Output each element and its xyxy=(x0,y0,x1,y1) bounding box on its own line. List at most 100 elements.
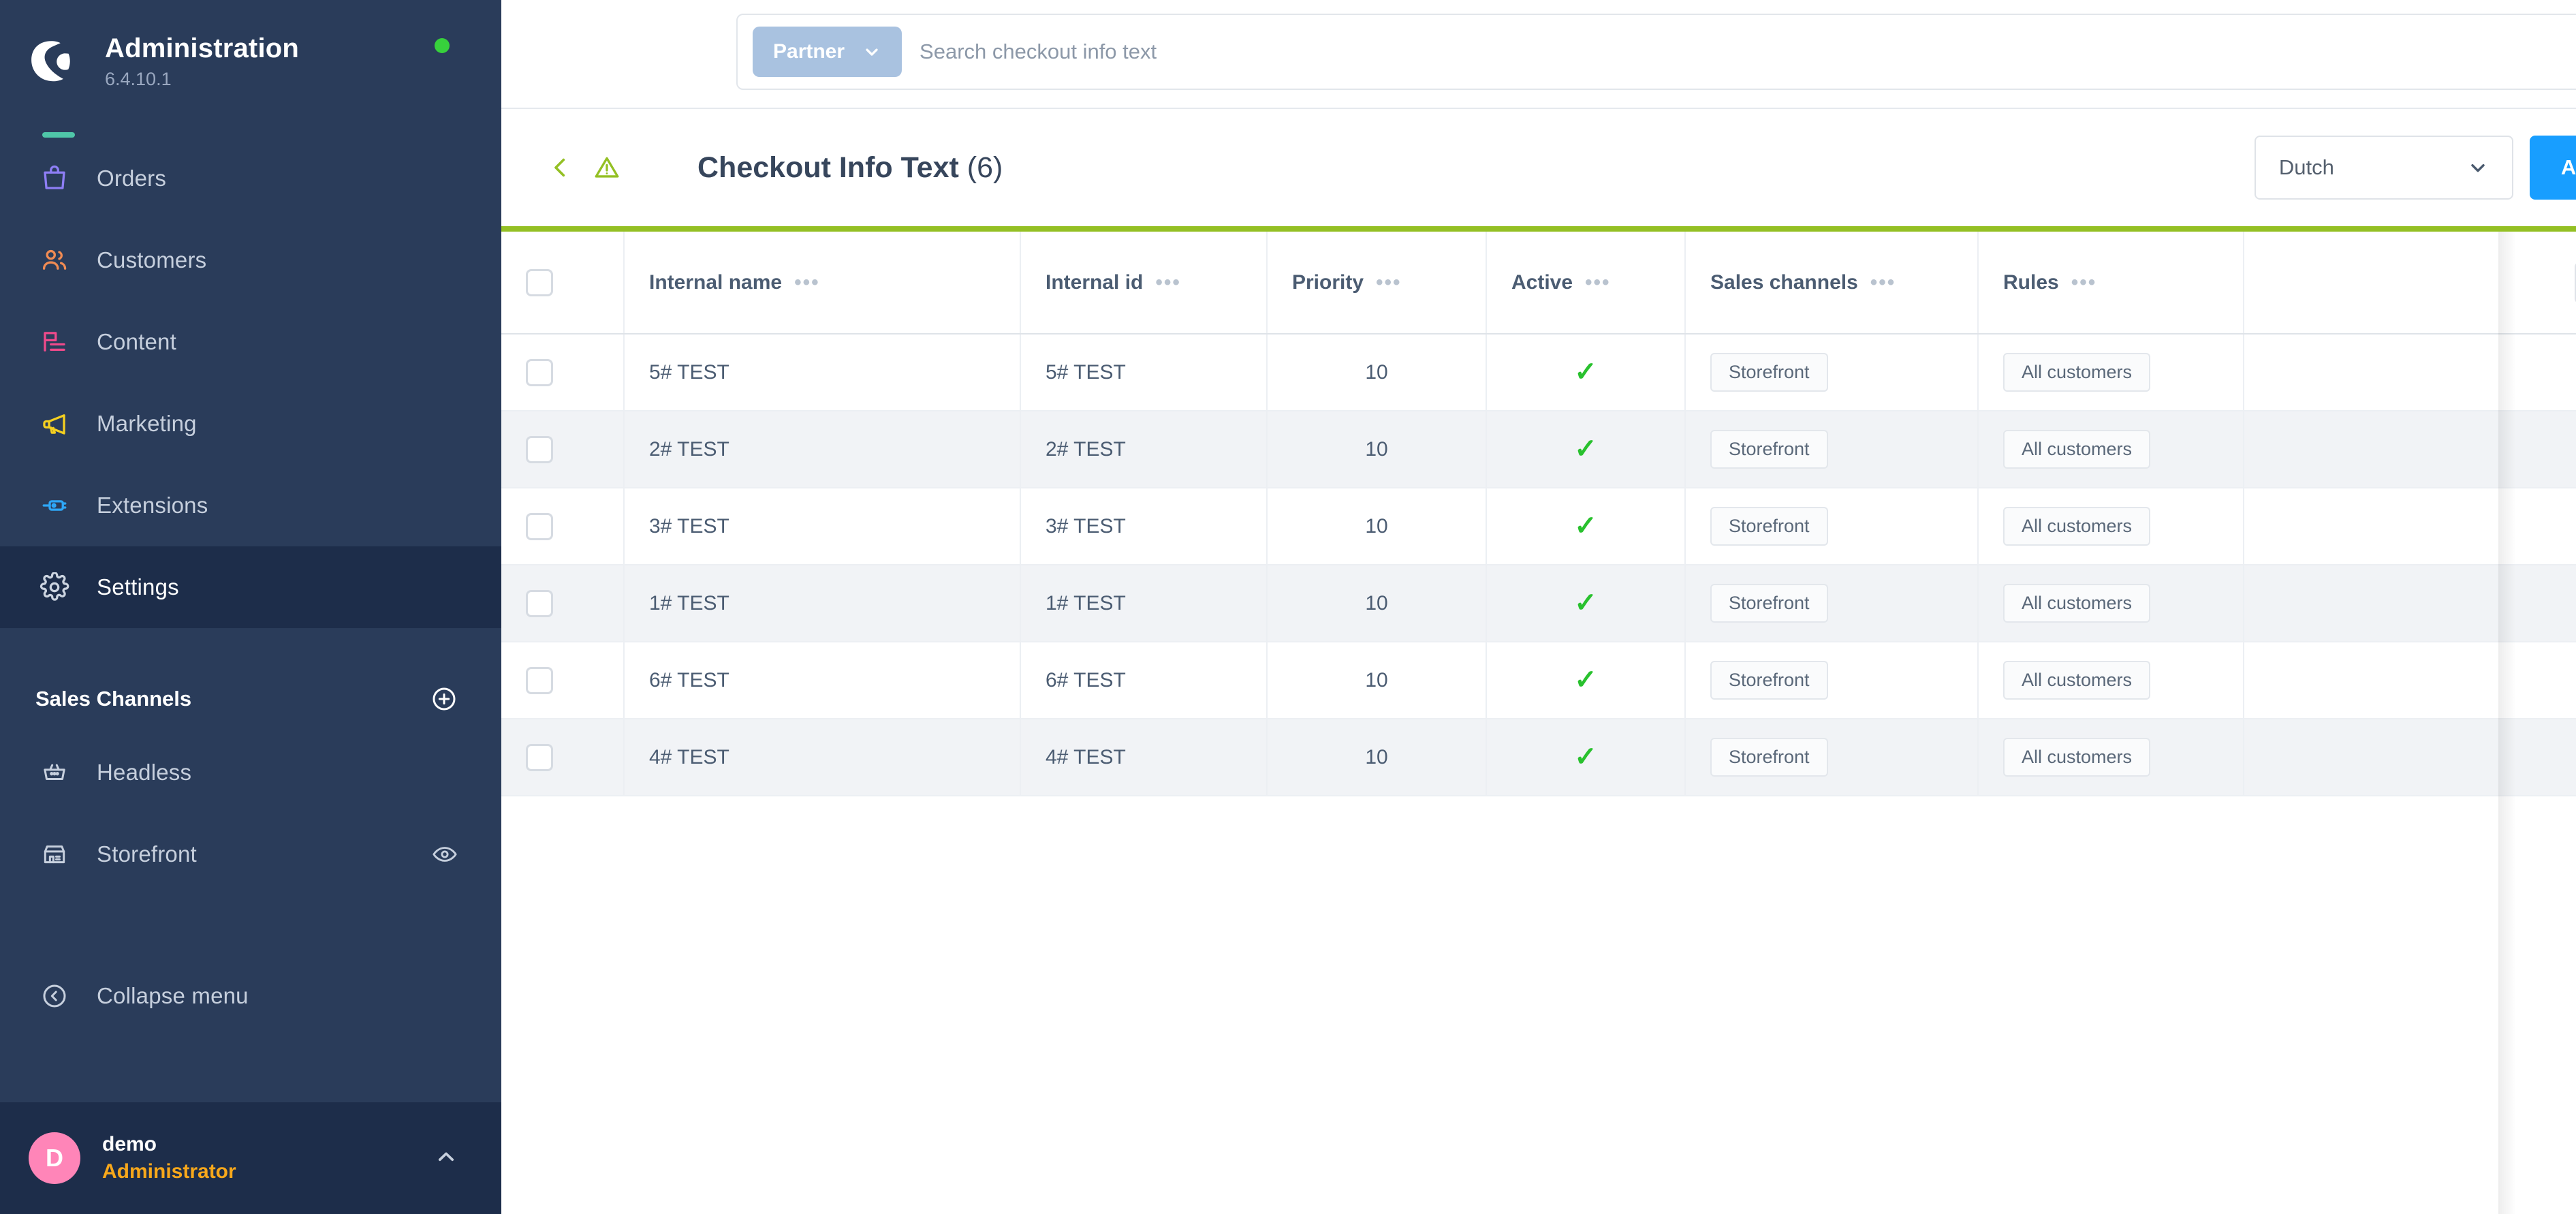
column-menu-icon[interactable]: ••• xyxy=(1585,272,1611,293)
sales-channel-badge[interactable]: Storefront xyxy=(1710,507,1828,546)
sidebar-item-marketing[interactable]: Marketing xyxy=(0,383,501,465)
sales-channels-title: Sales Channels xyxy=(35,687,192,711)
column-header-internal-id[interactable]: Internal id ••• xyxy=(1020,232,1268,334)
table-row[interactable]: 1# TEST 1# TEST 10 ✓ Storefront All customers… xyxy=(501,565,2576,642)
chevron-down-icon xyxy=(2467,157,2489,178)
rule-badge[interactable]: All customers xyxy=(2003,661,2151,700)
cell-rules: All customers xyxy=(1978,411,2244,488)
cell-sales-channels: Storefront xyxy=(1685,411,1979,488)
sidebar-item-orders[interactable]: Orders xyxy=(0,138,501,219)
table-row[interactable]: 6# TEST 6# TEST 10 ✓ Storefront All customers… xyxy=(501,642,2576,719)
user-menu[interactable]: D demo Administrator xyxy=(0,1102,501,1214)
language-select[interactable]: Dutch xyxy=(2254,136,2513,200)
page-header-actions: Dutch Add checkout info text xyxy=(2254,136,2576,200)
sidebar-item-label: Settings xyxy=(97,574,179,600)
add-checkout-info-text-button[interactable]: Add checkout info text xyxy=(2529,136,2576,200)
table-row[interactable]: 4# TEST 4# TEST 10 ✓ Storefront All customers… xyxy=(501,719,2576,796)
cell-internal-name: 3# TEST xyxy=(624,488,1021,565)
column-header-internal-name[interactable]: Internal name ••• xyxy=(624,232,1021,334)
cell-spacer xyxy=(2244,334,2516,411)
column-menu-icon[interactable]: ••• xyxy=(1155,272,1181,293)
rule-badge[interactable]: All customers xyxy=(2003,738,2151,777)
sidebar-channel-headless[interactable]: Headless xyxy=(0,732,501,813)
active-check-icon: ✓ xyxy=(1574,357,1597,387)
cell-priority: 10 xyxy=(1267,488,1487,565)
column-header-active[interactable]: Active ••• xyxy=(1486,232,1686,334)
row-checkbox[interactable] xyxy=(526,435,553,463)
sidebar-item-settings[interactable]: Settings xyxy=(0,546,501,628)
search-scope-selector[interactable]: Partner xyxy=(753,27,902,77)
column-menu-icon[interactable]: ••• xyxy=(2071,272,2097,293)
sales-channel-badge[interactable]: Storefront xyxy=(1710,430,1828,469)
grid-accent-line xyxy=(501,226,2576,232)
page-title-count: (6) xyxy=(967,151,1003,184)
chevron-left-icon[interactable] xyxy=(541,148,580,187)
cell-internal-id: 3# TEST xyxy=(1020,488,1268,565)
chevron-down-icon xyxy=(862,42,881,61)
table-row[interactable]: 5# TEST 5# TEST 10 ✓ Storefront All customers… xyxy=(501,334,2576,411)
search-scope-label: Partner xyxy=(773,40,845,63)
select-all-checkbox[interactable] xyxy=(526,268,553,296)
cell-sales-channels: Storefront xyxy=(1685,642,1979,719)
sidebar: Administration 6.4.10.1 Orders Customers xyxy=(0,0,501,1214)
rule-badge[interactable]: All customers xyxy=(2003,430,2151,469)
sidebar-item-label: Marketing xyxy=(97,411,197,436)
cell-active: ✓ xyxy=(1486,411,1686,488)
sidebar-item-label: Extensions xyxy=(97,493,208,518)
shopware-logo-icon xyxy=(27,35,80,88)
cell-spacer xyxy=(2244,565,2516,642)
row-checkbox[interactable] xyxy=(526,358,553,386)
sidebar-item-extensions[interactable]: Extensions xyxy=(0,465,501,546)
user-name: demo xyxy=(102,1133,157,1155)
sidebar-item-label: Content xyxy=(97,329,176,354)
sidebar-item-content[interactable]: Content xyxy=(0,301,501,383)
sidebar-channel-storefront[interactable]: Storefront xyxy=(0,813,501,895)
cell-priority: 10 xyxy=(1267,642,1487,719)
dashboard-nav-stub[interactable] xyxy=(42,132,75,138)
column-header-label: Sales channels xyxy=(1710,270,1858,294)
language-select-value: Dutch xyxy=(2278,155,2334,179)
cell-active: ✓ xyxy=(1486,334,1686,411)
sales-channel-badge[interactable]: Storefront xyxy=(1710,353,1828,392)
cell-internal-name: 5# TEST xyxy=(624,334,1021,411)
column-menu-icon[interactable]: ••• xyxy=(794,272,820,293)
table-row[interactable]: 3# TEST 3# TEST 10 ✓ Storefront All customers… xyxy=(501,488,2576,565)
sales-channel-badge[interactable]: Storefront xyxy=(1710,661,1828,700)
plus-circle-icon[interactable] xyxy=(430,685,458,713)
grid-scroll-area[interactable]: Internal name ••• Internal id ••• Priori… xyxy=(501,232,2576,1214)
app-version: 6.4.10.1 xyxy=(105,68,172,89)
cell-sales-channels: Storefront xyxy=(1685,565,1979,642)
column-header-rules[interactable]: Rules ••• xyxy=(1978,232,2244,334)
rule-badge[interactable]: All customers xyxy=(2003,584,2151,623)
chevron-up-icon[interactable] xyxy=(435,1145,458,1172)
column-settings-header xyxy=(2516,232,2576,334)
cell-priority: 10 xyxy=(1267,565,1487,642)
sidebar-item-label: Orders xyxy=(97,166,167,191)
row-select-cell xyxy=(501,334,625,411)
search-input[interactable] xyxy=(920,40,2576,64)
column-header-label: Priority xyxy=(1292,270,1364,294)
row-checkbox[interactable] xyxy=(526,666,553,694)
active-check-icon: ✓ xyxy=(1574,511,1597,541)
sidebar-item-customers[interactable]: Customers xyxy=(0,219,501,301)
sales-channel-badge[interactable]: Storefront xyxy=(1710,738,1828,777)
column-menu-icon[interactable]: ••• xyxy=(1870,272,1896,293)
column-header-label: Internal name xyxy=(649,270,783,294)
collapse-menu-button[interactable]: Collapse menu xyxy=(0,955,501,1037)
warning-triangle-icon[interactable] xyxy=(593,153,621,182)
table-row[interactable]: 2# TEST 2# TEST 10 ✓ Storefront All customers… xyxy=(501,411,2576,488)
row-checkbox[interactable] xyxy=(526,512,553,540)
sales-channel-badge[interactable]: Storefront xyxy=(1710,584,1828,623)
rule-badge[interactable]: All customers xyxy=(2003,353,2151,392)
rule-badge[interactable]: All customers xyxy=(2003,507,2151,546)
cell-internal-name: 2# TEST xyxy=(624,411,1021,488)
cell-internal-id: 1# TEST xyxy=(1020,565,1268,642)
column-menu-icon[interactable]: ••• xyxy=(1376,272,1402,293)
row-checkbox[interactable] xyxy=(526,743,553,771)
column-header-priority[interactable]: Priority ••• xyxy=(1267,232,1487,334)
eye-icon[interactable] xyxy=(432,841,458,867)
row-checkbox[interactable] xyxy=(526,589,553,617)
user-role: Administrator xyxy=(102,1160,236,1183)
sidebar-channel-label: Headless xyxy=(97,760,192,785)
column-header-sales-channels[interactable]: Sales channels ••• xyxy=(1685,232,1979,334)
